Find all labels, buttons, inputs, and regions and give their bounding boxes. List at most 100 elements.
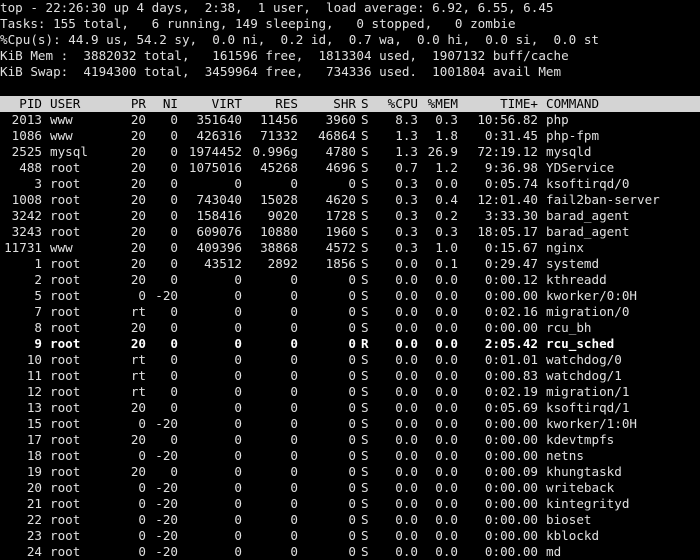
summary-cpu-line: %Cpu(s): 44.9 us, 54.2 sy, 0.0 ni, 0.2 i… — [0, 32, 599, 47]
cell-time: 0:31.45 — [484, 128, 538, 143]
table-row[interactable]: 19 root 20 0 0 0 0 S 0.0 0.0 0:00.09 khungtaskd — [0, 464, 700, 480]
cell-cpu: 0.0 — [395, 352, 418, 367]
table-row[interactable]: 22 root 0 -20 0 0 0 S 0.0 0.0 0:00.00 bioset — [0, 512, 700, 528]
table-row[interactable]: 3242 root 20 0 158416 9020 1728 S 0.3 0.2 3:33.30 b… — [0, 208, 700, 224]
cell-pr: rt — [130, 384, 146, 399]
column-header-cpu: %CPU — [387, 96, 418, 111]
cell-ni: 0 — [170, 112, 178, 127]
cell-shr: 0 — [348, 480, 356, 495]
cell-pr: 0 — [138, 528, 146, 543]
cell-res: 0 — [290, 416, 298, 431]
cell-cpu: 1.3 — [395, 144, 418, 159]
cell-shr: 0 — [348, 400, 356, 415]
table-row[interactable]: 15 root 0 -20 0 0 0 S 0.0 0.0 0:00.00 kworker/1:0H — [0, 416, 700, 432]
cell-mem: 0.0 — [435, 400, 458, 415]
cell-virt: 0 — [234, 320, 242, 335]
cell-mem: 26.9 — [427, 144, 458, 159]
cell-ni: -20 — [155, 416, 178, 431]
table-row[interactable]: 1086 www 20 0 426316 71332 46864 S 1.3 1.8 0:31.45… — [0, 128, 700, 144]
cell-pid: 1086 — [11, 128, 42, 143]
cell-ni: 0 — [170, 432, 178, 447]
table-row[interactable]: 11 root rt 0 0 0 0 S 0.0 0.0 0:00.83 watchdog/1 — [0, 368, 700, 384]
cell-res: 45268 — [260, 160, 298, 175]
column-header-ni: NI — [162, 96, 178, 111]
terminal-window[interactable]: top - 22:26:30 up 4 days, 2:38, 1 user, … — [0, 0, 700, 560]
cell-pr: 0 — [138, 416, 146, 431]
table-row[interactable]: 23 root 0 -20 0 0 0 S 0.0 0.0 0:00.00 kblockd — [0, 528, 700, 544]
cell-s: S — [361, 432, 369, 447]
table-row[interactable]: 20 root 0 -20 0 0 0 S 0.0 0.0 0:00.00 writeback — [0, 480, 700, 496]
cell-ni: -20 — [155, 496, 178, 511]
cell-user: www — [50, 112, 73, 127]
table-row[interactable]: 10 root rt 0 0 0 0 S 0.0 0.0 0:01.01 watchdog/0 — [0, 352, 700, 368]
table-row[interactable]: 5 root 0 -20 0 0 0 S 0.0 0.0 0:00.00 kworker/0:0H — [0, 288, 700, 304]
cell-s: S — [361, 544, 369, 559]
cell-command: writeback — [546, 480, 615, 495]
cell-s: S — [361, 416, 369, 431]
cell-s: S — [361, 496, 369, 511]
cell-ni: -20 — [155, 448, 178, 463]
cell-virt: 0 — [234, 512, 242, 527]
table-row[interactable]: 2525 mysql 20 0 1974452 0.996g 4780 S 1.3 26.9 72:… — [0, 144, 700, 160]
column-header-user: USER — [50, 96, 81, 111]
cell-ni: 0 — [170, 384, 178, 399]
cell-mem: 0.0 — [435, 368, 458, 383]
cell-virt: 1974452 — [188, 144, 242, 159]
cell-mem: 1.0 — [435, 240, 458, 255]
cell-res: 0 — [290, 464, 298, 479]
table-row[interactable]: 24 root 0 -20 0 0 0 S 0.0 0.0 0:00.00 md — [0, 544, 700, 560]
cell-res: 0 — [290, 528, 298, 543]
table-row[interactable]: 2 root 20 0 0 0 0 S 0.0 0.0 0:00.12 kthreadd — [0, 272, 700, 288]
cell-s: S — [361, 224, 369, 239]
table-row[interactable]: 13 root 20 0 0 0 0 S 0.0 0.0 0:05.69 ksoftirqd/1 — [0, 400, 700, 416]
cell-ni: 0 — [170, 176, 178, 191]
table-row[interactable]: 18 root 0 -20 0 0 0 S 0.0 0.0 0:00.00 netns — [0, 448, 700, 464]
table-row[interactable]: 3243 root 20 0 609076 10880 1960 S 0.3 0.3 18:05.1… — [0, 224, 700, 240]
cell-res: 0 — [290, 304, 298, 319]
cell-pr: rt — [130, 304, 146, 319]
cell-pid: 2 — [34, 272, 42, 287]
cell-user: root — [50, 208, 81, 223]
cell-pr: 20 — [130, 160, 146, 175]
table-row[interactable]: 488 root 20 0 1075016 45268 4696 S 0.7 1.2 9:36.98… — [0, 160, 700, 176]
table-row[interactable]: 17 root 20 0 0 0 0 S 0.0 0.0 0:00.00 kdevtmpfs — [0, 432, 700, 448]
cell-command: YDService — [546, 160, 615, 175]
cell-s: S — [361, 512, 369, 527]
cell-user: root — [50, 416, 81, 431]
cell-shr: 0 — [348, 368, 356, 383]
cell-mem: 0.0 — [435, 288, 458, 303]
table-row[interactable]: 8 root 20 0 0 0 0 S 0.0 0.0 0:00.00 rcu_bh — [0, 320, 700, 336]
cell-shr: 1960 — [325, 224, 356, 239]
summary-uptime-line: top - 22:26:30 up 4 days, 2:38, 1 user, … — [0, 0, 554, 15]
table-row[interactable]: 11731 www 20 0 409396 38868 4572 S 0.3 1.0 0:15.67… — [0, 240, 700, 256]
cell-user: root — [50, 544, 81, 559]
cell-shr: 4780 — [325, 144, 356, 159]
cell-ni: 0 — [170, 464, 178, 479]
table-row[interactable]: 7 root rt 0 0 0 0 S 0.0 0.0 0:02.16 migration/0 — [0, 304, 700, 320]
column-header-pid: PID — [19, 96, 42, 111]
table-row[interactable]: 9 root 20 0 0 0 0 R 0.0 0.0 2:05.42 rcu_sched — [0, 336, 700, 352]
cell-time: 0:00.09 — [484, 464, 538, 479]
table-row[interactable]: 1008 root 20 0 743040 15028 4620 S 0.3 0.4 12:01.4… — [0, 192, 700, 208]
cell-time: 9:36.98 — [484, 160, 538, 175]
cell-command: rcu_bh — [546, 320, 592, 335]
cell-mem: 0.0 — [435, 320, 458, 335]
table-row[interactable]: 3 root 20 0 0 0 0 S 0.3 0.0 0:05.74 ksoftirqd/0 — [0, 176, 700, 192]
cell-user: root — [50, 336, 81, 351]
table-row[interactable]: 21 root 0 -20 0 0 0 S 0.0 0.0 0:00.00 kintegrityd — [0, 496, 700, 512]
cell-s: S — [361, 480, 369, 495]
process-table-body: 2013 www 20 0 351640 11456 3960 S 8.3 0.3 10:56.82… — [0, 112, 700, 560]
cell-mem: 0.0 — [435, 272, 458, 287]
table-row[interactable]: 12 root rt 0 0 0 0 S 0.0 0.0 0:02.19 migration/1 — [0, 384, 700, 400]
cell-s: S — [361, 368, 369, 383]
table-row[interactable]: 1 root 20 0 43512 2892 1856 S 0.0 0.1 0:29.47 syste… — [0, 256, 700, 272]
cell-cpu: 0.3 — [395, 192, 418, 207]
cell-pid: 12 — [26, 384, 42, 399]
cell-res: 2892 — [267, 256, 298, 271]
table-row[interactable]: 2013 www 20 0 351640 11456 3960 S 8.3 0.3 10:56.82… — [0, 112, 700, 128]
cell-pid: 11 — [26, 368, 42, 383]
cell-pid: 3243 — [11, 224, 42, 239]
cell-time: 0:00.00 — [484, 528, 538, 543]
cell-command: barad_agent — [546, 224, 630, 239]
cell-ni: -20 — [155, 544, 178, 559]
